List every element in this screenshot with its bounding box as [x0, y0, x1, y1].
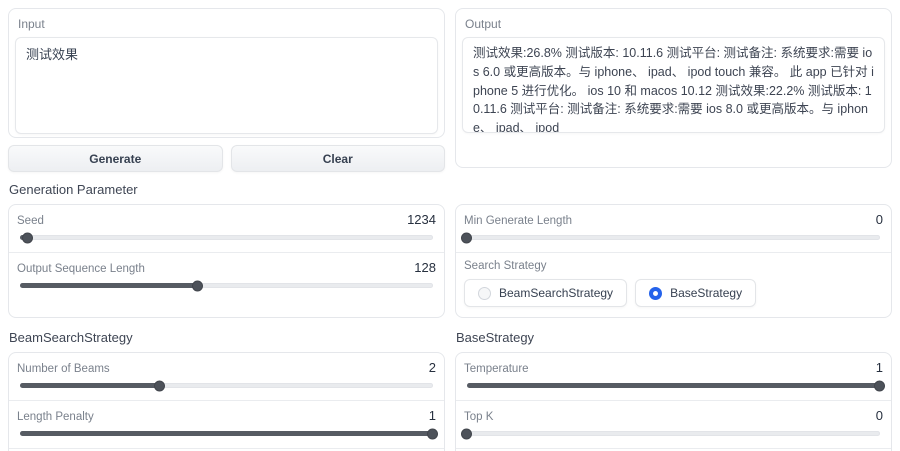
io-row: Input 测试效果 Generate Clear Output 测试效果:26…: [8, 8, 892, 172]
radio-basestrategy[interactable]: BaseStrategy: [635, 279, 756, 307]
gradio-app: Input 测试效果 Generate Clear Output 测试效果:26…: [0, 0, 900, 451]
seed-slider-handle[interactable]: [22, 232, 33, 243]
seed-value: 1234: [407, 212, 438, 227]
number-of-beams-slider-group: Number of Beams 2: [9, 353, 444, 401]
output-sequence-length-label: Output Sequence Length: [15, 263, 145, 275]
search-strategy-label: Search Strategy: [462, 260, 546, 272]
radio-beamsearchstrategy[interactable]: BeamSearchStrategy: [464, 279, 627, 307]
length-penalty-value: 1: [429, 408, 438, 423]
input-textarea[interactable]: 测试效果: [15, 37, 438, 134]
output-label: Output: [465, 17, 885, 31]
seed-slider-group: Seed 1234: [9, 205, 444, 253]
button-row: Generate Clear: [8, 145, 445, 172]
generate-button[interactable]: Generate: [8, 145, 223, 172]
radio-circle-icon: [649, 287, 662, 300]
top-k-value: 0: [876, 408, 885, 423]
min-generate-length-slider-group: Min Generate Length 0: [456, 205, 891, 253]
generation-parameter-right-box: Min Generate Length 0 Search Strategy: [455, 204, 892, 318]
output-panel: Output 测试效果:26.8% 测试版本: 10.11.6 测试平台: 测试…: [455, 8, 892, 168]
seed-label: Seed: [15, 215, 44, 227]
length-penalty-slider-handle[interactable]: [427, 428, 438, 439]
min-generate-length-label: Min Generate Length: [462, 215, 572, 227]
temperature-slider-group: Temperature 1: [456, 353, 891, 401]
number-of-beams-slider-handle[interactable]: [154, 380, 165, 391]
beam-search-strategy-header: BeamSearchStrategy: [9, 330, 445, 345]
top-k-slider-handle[interactable]: [461, 428, 472, 439]
min-generate-length-slider-handle[interactable]: [461, 232, 472, 243]
top-k-slider-track[interactable]: [467, 431, 880, 436]
min-generate-length-slider-track[interactable]: [467, 235, 880, 240]
temperature-value: 1: [876, 360, 885, 375]
output-textbox: 测试效果:26.8% 测试版本: 10.11.6 测试平台: 测试备注: 系统要…: [462, 37, 885, 133]
generation-parameter-row: Seed 1234 Output Sequence Length 128: [8, 204, 892, 318]
seed-slider-track[interactable]: [20, 235, 433, 240]
output-sequence-length-slider-group: Output Sequence Length 128: [9, 253, 444, 300]
output-sequence-length-value: 128: [414, 260, 438, 275]
length-penalty-slider-track[interactable]: [20, 431, 433, 436]
input-label: Input: [18, 17, 438, 31]
generation-parameter-left-box: Seed 1234 Output Sequence Length 128: [8, 204, 445, 318]
length-penalty-label: Length Penalty: [15, 411, 94, 423]
length-penalty-slider-group: Length Penalty 1: [9, 401, 444, 449]
temperature-slider-fill: [467, 383, 880, 388]
length-penalty-slider-fill: [20, 431, 433, 436]
top-k-label: Top K: [462, 411, 493, 423]
temperature-slider-track[interactable]: [467, 383, 880, 388]
clear-button[interactable]: Clear: [231, 145, 446, 172]
search-strategy-group: Search Strategy BeamSearchStrategy BaseS…: [456, 253, 891, 317]
number-of-beams-value: 2: [429, 360, 438, 375]
number-of-beams-slider-track[interactable]: [20, 383, 433, 388]
output-sequence-length-slider-track[interactable]: [20, 283, 433, 288]
top-k-slider-group: Top K 0: [456, 401, 891, 449]
radio-circle-icon: [478, 287, 491, 300]
strategy-parameter-row: Number of Beams 2 Length Penalty 1: [8, 352, 892, 451]
temperature-label: Temperature: [462, 363, 529, 375]
radio-basestrategy-label: BaseStrategy: [670, 286, 742, 300]
number-of-beams-label: Number of Beams: [15, 363, 110, 375]
temperature-slider-handle[interactable]: [874, 380, 885, 391]
radio-beamsearchstrategy-label: BeamSearchStrategy: [499, 286, 613, 300]
generation-parameter-header: Generation Parameter: [9, 182, 892, 197]
base-strategy-header: BaseStrategy: [456, 330, 892, 345]
seed-slider-fill: [20, 235, 28, 240]
base-strategy-box: Temperature 1 Top K 0: [455, 352, 892, 451]
output-sequence-length-slider-handle[interactable]: [192, 280, 203, 291]
number-of-beams-slider-fill: [20, 383, 160, 388]
output-sequence-length-slider-fill: [20, 283, 198, 288]
min-generate-length-value: 0: [876, 212, 885, 227]
input-panel: Input 测试效果: [8, 8, 445, 138]
search-strategy-radio-group: BeamSearchStrategy BaseStrategy: [464, 279, 885, 307]
beam-search-strategy-box: Number of Beams 2 Length Penalty 1: [8, 352, 445, 451]
strategy-headers-row: BeamSearchStrategy BaseStrategy: [8, 318, 892, 352]
